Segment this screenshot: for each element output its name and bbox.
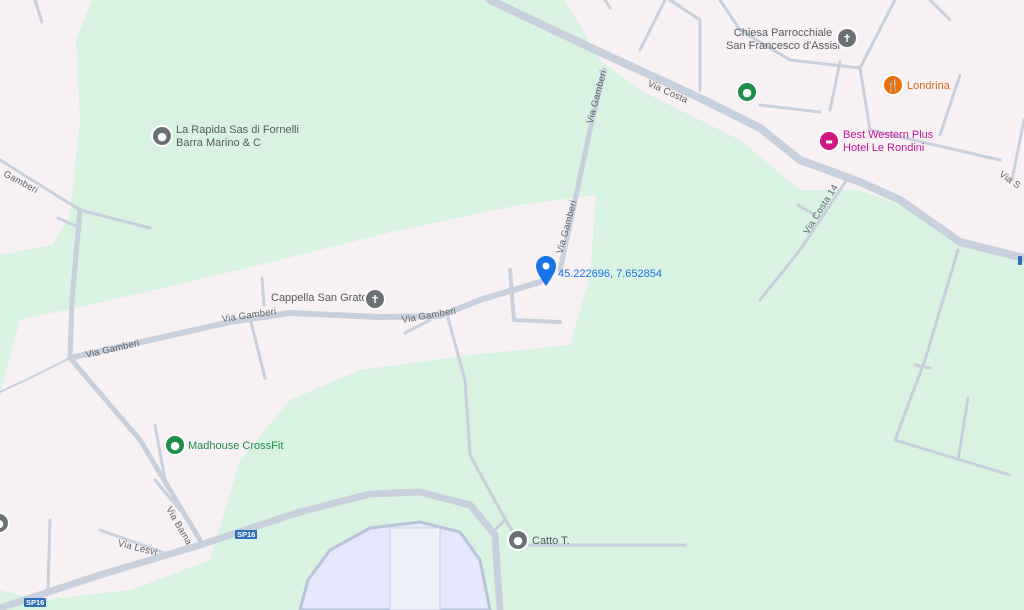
restaurant-icon[interactable]: 🍴 [884, 76, 902, 94]
road-right-2[interactable] [893, 248, 1012, 477]
location-pin-icon[interactable] [536, 256, 556, 286]
road-small-left-3[interactable] [46, 518, 52, 592]
poi-cappella[interactable]: Cappella San Grato [271, 292, 368, 305]
poi-catto[interactable]: Catto T. [532, 535, 570, 548]
poi-la-rapida-line2: Barra Marino & C [176, 137, 261, 149]
road-right-4[interactable] [913, 363, 932, 370]
sp16-shield-2: SP16 [24, 598, 47, 607]
gym-icon[interactable]: ● [166, 436, 184, 454]
poi-best-western-line1: Best Western Plus [843, 129, 934, 141]
blue-area-block [389, 527, 441, 610]
cross-icon[interactable]: ✝ [366, 290, 384, 308]
hotel-icon[interactable]: ▬ [820, 132, 838, 150]
poi-la-rapida[interactable]: La Rapida Sas di Fornelli Barra Marino &… [176, 124, 299, 150]
pin-gray-icon[interactable]: ● [153, 127, 171, 145]
poi-la-rapida-line1: La Rapida Sas di Fornelli [176, 124, 299, 136]
road-catto-spur[interactable] [493, 518, 507, 532]
poi-londrina[interactable]: Londrina [907, 80, 950, 93]
poi-chiesa[interactable]: Chiesa Parrocchiale San Francesco d'Assi… [726, 27, 840, 53]
poi-best-western-line2: Hotel Le Rondini [843, 142, 925, 154]
green-place-icon[interactable]: ● [738, 83, 756, 101]
urban-area-center [0, 195, 596, 600]
sp16-shield: SP16 [235, 530, 258, 539]
poi-chiesa-line2: San Francesco d'Assisi [726, 40, 840, 52]
road-right-3[interactable] [956, 396, 970, 462]
road-spur-3[interactable] [260, 276, 266, 307]
pin-gray-icon[interactable]: ● [509, 531, 527, 549]
poi-best-western[interactable]: Best Western Plus Hotel Le Rondini [843, 129, 933, 155]
road-shield-edge [1018, 256, 1022, 265]
poi-madhouse[interactable]: Madhouse CrossFit [188, 440, 283, 453]
map-base [0, 0, 1024, 610]
map-canvas[interactable]: Via Costa Via Gamberi Via Gamberi Via Ga… [0, 0, 1024, 610]
poi-chiesa-line1: Chiesa Parrocchiale [733, 27, 833, 39]
cross-icon[interactable]: ✝ [838, 29, 856, 47]
dropped-pin-coords[interactable]: 45.222696, 7.652854 [558, 268, 662, 281]
